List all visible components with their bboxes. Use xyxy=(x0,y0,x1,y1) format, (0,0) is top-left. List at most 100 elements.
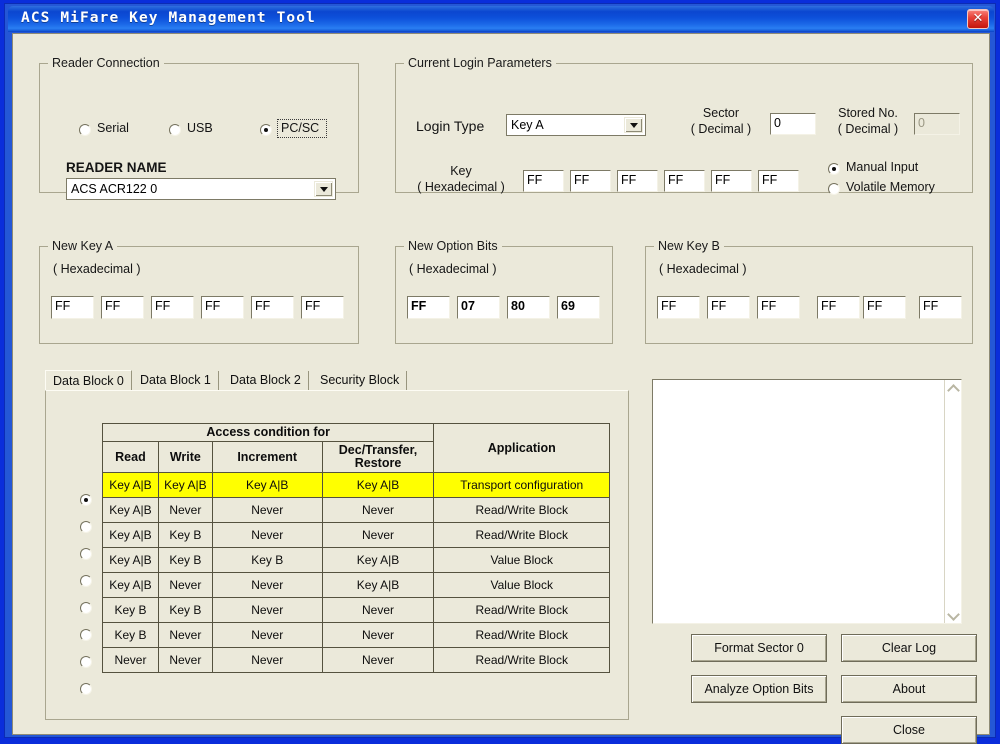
chevron-up-icon[interactable] xyxy=(945,380,961,396)
radio-manual-input-label: Manual Input xyxy=(846,160,918,174)
tab-data-block-0[interactable]: Data Block 0 xyxy=(45,370,132,391)
table-row-radio-7[interactable] xyxy=(80,683,92,695)
new-key-a-byte-0[interactable]: FF xyxy=(51,296,94,319)
new-key-b-byte-3[interactable]: FF xyxy=(817,296,860,319)
sector-input[interactable]: 0 xyxy=(770,113,816,135)
login-key-byte-1[interactable]: FF xyxy=(570,170,611,192)
login-type-select[interactable]: Key A xyxy=(506,114,646,136)
new-option-bits-byte-1[interactable]: 07 xyxy=(457,296,500,319)
cell-increment: Key B xyxy=(212,548,322,573)
cell-read: Never xyxy=(103,648,159,673)
log-output-box[interactable] xyxy=(652,379,962,624)
new-key-a-byte-2[interactable]: FF xyxy=(151,296,194,319)
format-sector-button-label: Format Sector 0 xyxy=(692,635,826,661)
radio-pcsc[interactable] xyxy=(260,124,272,136)
cell-dec-transfer: Never xyxy=(322,648,434,673)
login-key-byte-3[interactable]: FF xyxy=(664,170,705,192)
new-key-b-byte-2[interactable]: FF xyxy=(757,296,800,319)
cell-read: Key B xyxy=(103,598,159,623)
login-parameters-legend: Current Login Parameters xyxy=(404,56,556,70)
cell-dec-transfer: Never xyxy=(322,498,434,523)
radio-usb[interactable] xyxy=(169,124,181,136)
table-row-radio-4[interactable] xyxy=(80,602,92,614)
table-row-radio-3[interactable] xyxy=(80,575,92,587)
clear-log-button[interactable]: Clear Log xyxy=(841,634,977,662)
cell-read: Key A|B xyxy=(103,548,159,573)
close-icon[interactable] xyxy=(967,9,989,29)
clear-log-button-label: Clear Log xyxy=(842,635,976,661)
login-key-byte-0[interactable]: FF xyxy=(523,170,564,192)
new-key-b-legend: New Key B xyxy=(654,239,724,253)
log-scrollbar[interactable] xyxy=(944,380,961,623)
new-key-b-byte-0[interactable]: FF xyxy=(657,296,700,319)
table-row-radio-6[interactable] xyxy=(80,656,92,668)
new-option-bits-byte-0[interactable]: FF xyxy=(407,296,450,319)
cell-read: Key A|B xyxy=(103,523,159,548)
table-row[interactable]: Never Never Never Never Read/Write Block xyxy=(103,648,610,673)
new-key-a-byte-5[interactable]: FF xyxy=(301,296,344,319)
radio-volatile-memory-label: Volatile Memory xyxy=(846,180,935,194)
cell-read: Key A|B xyxy=(103,573,159,598)
reader-name-value: ACS ACR122 0 xyxy=(71,182,157,196)
new-key-b-byte-1[interactable]: FF xyxy=(707,296,750,319)
access-conditions-table: Access condition for Application Read Wr… xyxy=(102,423,610,673)
cell-read: Key B xyxy=(103,623,159,648)
login-key-byte-4[interactable]: FF xyxy=(711,170,752,192)
table-row-radio-0[interactable] xyxy=(80,494,92,506)
cell-increment: Never xyxy=(212,623,322,648)
tab-data-block-1[interactable]: Data Block 1 xyxy=(133,371,219,391)
about-button[interactable]: About xyxy=(841,675,977,703)
close-button[interactable]: Close xyxy=(841,716,977,744)
cell-application: Transport configuration xyxy=(434,473,610,498)
table-row[interactable]: Key A|B Key B Key B Key A|B Value Block xyxy=(103,548,610,573)
analyze-option-bits-button[interactable]: Analyze Option Bits xyxy=(691,675,827,703)
table-row[interactable]: Key A|B Never Never Key A|B Value Block xyxy=(103,573,610,598)
chevron-down-icon[interactable] xyxy=(314,181,333,197)
chevron-down-icon[interactable] xyxy=(624,117,643,133)
cell-write: Key B xyxy=(158,523,212,548)
login-key-byte-2[interactable]: FF xyxy=(617,170,658,192)
title-bar[interactable]: ACS MiFare Key Management Tool xyxy=(8,6,994,32)
new-option-bits-legend: New Option Bits xyxy=(404,239,502,253)
format-sector-button[interactable]: Format Sector 0 xyxy=(691,634,827,662)
stored-no-input[interactable]: 0 xyxy=(914,113,960,135)
stored-no-label-line2: ( Decimal ) xyxy=(825,122,911,136)
cell-dec-transfer: Key A|B xyxy=(322,548,434,573)
cell-write: Never xyxy=(158,573,212,598)
cell-application: Read/Write Block xyxy=(434,648,610,673)
radio-serial-label: Serial xyxy=(97,121,129,135)
table-row-radio-2[interactable] xyxy=(80,548,92,560)
new-key-a-byte-3[interactable]: FF xyxy=(201,296,244,319)
radio-volatile-memory[interactable] xyxy=(828,183,840,195)
application-window: ACS MiFare Key Management Tool Reader Co… xyxy=(0,0,1000,744)
radio-manual-input[interactable] xyxy=(828,163,840,175)
login-key-byte-5[interactable]: FF xyxy=(758,170,799,192)
cell-read: Key A|B xyxy=(103,473,159,498)
header-dec-transfer-restore: Dec/Transfer, Restore xyxy=(322,442,434,473)
reader-connection-legend: Reader Connection xyxy=(48,56,164,70)
table-row[interactable]: Key B Never Never Never Read/Write Block xyxy=(103,623,610,648)
new-option-bits-byte-2[interactable]: 80 xyxy=(507,296,550,319)
table-row-radio-1[interactable] xyxy=(80,521,92,533)
new-key-b-byte-5[interactable]: FF xyxy=(919,296,962,319)
table-row-radio-5[interactable] xyxy=(80,629,92,641)
radio-serial[interactable] xyxy=(79,124,91,136)
new-key-a-byte-1[interactable]: FF xyxy=(101,296,144,319)
tab-security-block[interactable]: Security Block xyxy=(313,371,407,391)
new-key-b-byte-4[interactable]: FF xyxy=(863,296,906,319)
table-row[interactable]: Key A|B Never Never Never Read/Write Blo… xyxy=(103,498,610,523)
table-row[interactable]: Key A|B Key A|B Key A|B Key A|B Transpor… xyxy=(103,473,610,498)
form-surface: Reader Connection Serial USB PC/SC READE… xyxy=(13,34,989,734)
close-button-label: Close xyxy=(842,717,976,743)
chevron-down-icon[interactable] xyxy=(945,607,961,623)
new-option-bits-byte-3[interactable]: 69 xyxy=(557,296,600,319)
tab-panel-data-block-0: Access condition for Application Read Wr… xyxy=(45,390,629,720)
cell-write: Key A|B xyxy=(158,473,212,498)
reader-name-select[interactable]: ACS ACR122 0 xyxy=(66,178,336,200)
table-row[interactable]: Key B Key B Never Never Read/Write Block xyxy=(103,598,610,623)
new-key-a-byte-4[interactable]: FF xyxy=(251,296,294,319)
new-key-b-hex-label: ( Hexadecimal ) xyxy=(659,262,747,276)
table-row[interactable]: Key A|B Key B Never Never Read/Write Blo… xyxy=(103,523,610,548)
new-key-a-legend: New Key A xyxy=(48,239,117,253)
tab-data-block-2[interactable]: Data Block 2 xyxy=(223,371,309,391)
